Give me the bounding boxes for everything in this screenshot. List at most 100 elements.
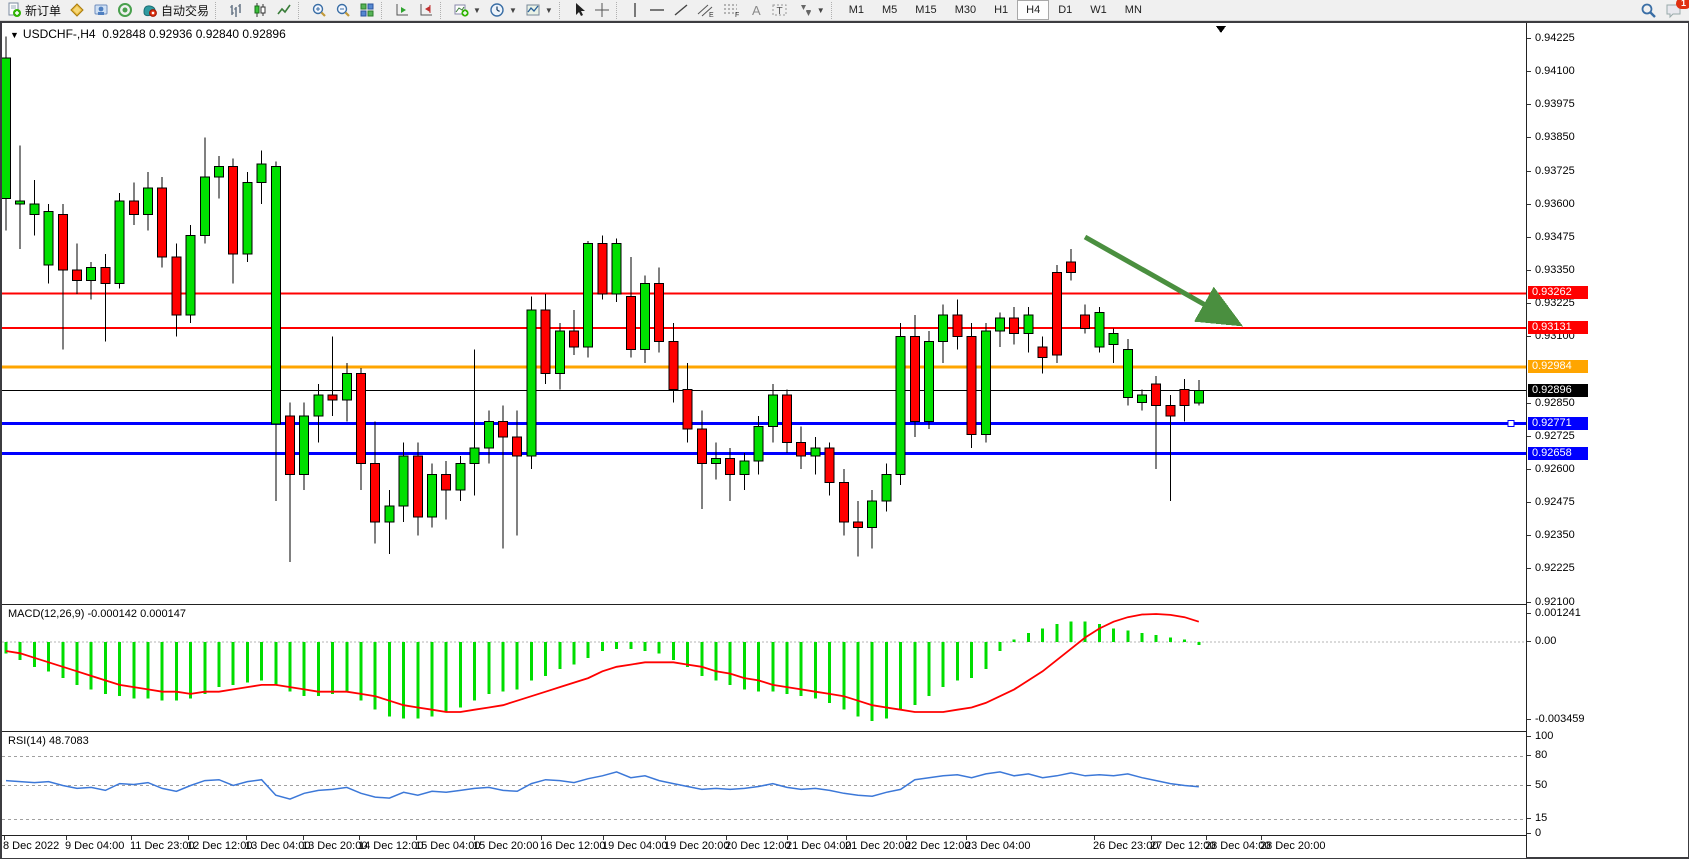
cursor-tool-button[interactable] [568, 0, 590, 21]
dropdown-caret-icon: ▼ [817, 6, 825, 15]
horizontal-line-icon [649, 2, 665, 18]
fibonacci-tool-button[interactable]: F [719, 0, 745, 21]
zoom-out-button[interactable] [331, 0, 355, 21]
timeframe-button-m15[interactable]: M15 [906, 0, 945, 20]
indicators-icon [453, 2, 469, 18]
indicators-button[interactable]: ▼ [449, 0, 485, 21]
chart-shift-button[interactable] [414, 0, 438, 21]
charts-button[interactable] [65, 0, 89, 21]
time-axis-label: 21 Dec 04:00 [786, 840, 851, 852]
auto-scroll-icon [394, 2, 410, 18]
time-axis-label: 8 Dec 2022 [3, 840, 59, 852]
trend-arrow-annotation[interactable] [1085, 237, 1230, 319]
tile-windows-button[interactable] [355, 0, 379, 21]
rsi-pane[interactable]: RSI(14) 48.7083 [2, 731, 1526, 835]
channel-tool-button[interactable]: E [693, 0, 719, 21]
toolbar-separator [831, 2, 838, 19]
chart-shift-marker[interactable] [1216, 26, 1226, 33]
price-badge-0.93262: 0.93262 [1528, 286, 1588, 299]
time-axis-label: 19 Dec 04:00 [602, 840, 667, 852]
axis-tick [1527, 469, 1531, 470]
autotrading-label: 自动交易 [161, 2, 209, 19]
timeframe-button-m1[interactable]: M1 [840, 0, 873, 20]
search-button[interactable] [1636, 0, 1661, 21]
arrows-tool-button[interactable]: ▼ [793, 0, 829, 21]
timeframe-button-m5[interactable]: M5 [873, 0, 906, 20]
chat-button[interactable]: 1 [1661, 0, 1687, 21]
axis-tick [1527, 303, 1531, 304]
bar-chart-mode-button[interactable] [224, 0, 248, 21]
vertical-line-tool-button[interactable] [625, 0, 645, 21]
timeframe-button-h4[interactable]: H4 [1017, 0, 1049, 20]
auto-scroll-button[interactable] [390, 0, 414, 21]
axis-tick [1527, 613, 1531, 614]
axis-tick [1527, 833, 1531, 834]
price-axis[interactable]: 0.942250.941000.939750.938500.937250.936… [1526, 23, 1688, 857]
time-axis-label: 26 Dec 23:00 [1093, 840, 1158, 852]
axis-tick [1527, 568, 1531, 569]
periods-button[interactable]: ▼ [485, 0, 521, 21]
candlestick-chart[interactable] [2, 23, 1526, 603]
zoom-in-icon [311, 2, 327, 18]
arrows-icon [797, 2, 813, 18]
line-chart-mode-button[interactable] [272, 0, 296, 21]
chat-unread-badge: 1 [1676, 0, 1689, 9]
strategy-tester-button[interactable] [89, 0, 113, 21]
price-badge-0.92984: 0.92984 [1528, 360, 1588, 373]
crosshair-tool-button[interactable] [590, 0, 614, 21]
timeframe-button-d1[interactable]: D1 [1049, 0, 1081, 20]
horizontal-line-tool-button[interactable] [645, 0, 669, 21]
time-axis-label: 22 Dec 12:00 [905, 840, 970, 852]
time-axis[interactable]: 8 Dec 20229 Dec 04:0011 Dec 23:0012 Dec … [2, 835, 1526, 858]
charts-icon [69, 2, 85, 18]
price-axis-label: 0.92225 [1535, 562, 1575, 574]
price-pane[interactable] [2, 23, 1526, 603]
timeframe-button-w1[interactable]: W1 [1081, 0, 1116, 20]
macd-chart[interactable] [2, 605, 1526, 729]
market-watch-button[interactable] [113, 0, 137, 21]
vertical-line-icon [629, 2, 641, 18]
new-order-label: 新订单 [25, 2, 61, 19]
rsi-axis-label: 0 [1535, 827, 1541, 839]
price-axis-label: 0.93600 [1535, 198, 1575, 210]
autotrading-icon [141, 2, 158, 18]
axis-tick [1527, 403, 1531, 404]
new-order-button[interactable]: 新订单 [2, 0, 65, 21]
axis-tick [1527, 755, 1531, 756]
zoom-in-button[interactable] [307, 0, 331, 21]
axis-tick [1527, 237, 1531, 238]
axis-tick [1527, 270, 1531, 271]
text-tool-button[interactable]: A [745, 0, 767, 21]
text-label-tool-button[interactable]: T [767, 0, 793, 21]
svg-text:A: A [752, 3, 761, 18]
axis-tick [1527, 104, 1531, 105]
time-axis-label: 11 Dec 23:00 [130, 840, 195, 852]
dropdown-caret-icon: ▼ [473, 6, 481, 15]
time-axis-label: 20 Dec 12:00 [725, 840, 790, 852]
rsi-chart[interactable] [2, 732, 1526, 834]
timeframe-button-mn[interactable]: MN [1116, 0, 1151, 20]
timeframe-button-m30[interactable]: M30 [946, 0, 985, 20]
hline-handle[interactable] [1508, 421, 1514, 427]
time-axis-label: 21 Dec 20:00 [845, 840, 910, 852]
trendline-tool-button[interactable] [669, 0, 693, 21]
price-axis-label: 0.93725 [1535, 165, 1575, 177]
rsi-label: RSI(14) 48.7083 [8, 735, 89, 747]
chart-window: ▼USDCHF-,H4 0.92848 0.92936 0.92840 0.92… [0, 21, 1689, 859]
dropdown-caret-icon: ▼ [509, 6, 517, 15]
rsi-axis-label: 15 [1535, 812, 1547, 824]
time-axis-label: 14 Dec 12:00 [358, 840, 423, 852]
candlestick-mode-button[interactable] [248, 0, 272, 21]
timeframe-button-h1[interactable]: H1 [985, 0, 1017, 20]
autotrading-button[interactable]: 自动交易 [137, 0, 213, 21]
templates-button[interactable]: ▼ [521, 0, 557, 21]
symbol-dropdown-icon[interactable]: ▼ [10, 30, 19, 40]
macd-pane[interactable]: MACD(12,26,9) -0.000142 0.000147 [2, 604, 1526, 730]
axis-tick [1527, 719, 1531, 720]
chart-ohlc-values: 0.92848 0.92936 0.92840 0.92896 [102, 27, 286, 41]
axis-tick [1527, 38, 1531, 39]
new-order-icon [6, 2, 22, 18]
time-axis-label: 16 Dec 12:00 [540, 840, 605, 852]
candles[interactable] [2, 37, 1203, 562]
time-axis-label: 15 Dec 20:00 [473, 840, 538, 852]
